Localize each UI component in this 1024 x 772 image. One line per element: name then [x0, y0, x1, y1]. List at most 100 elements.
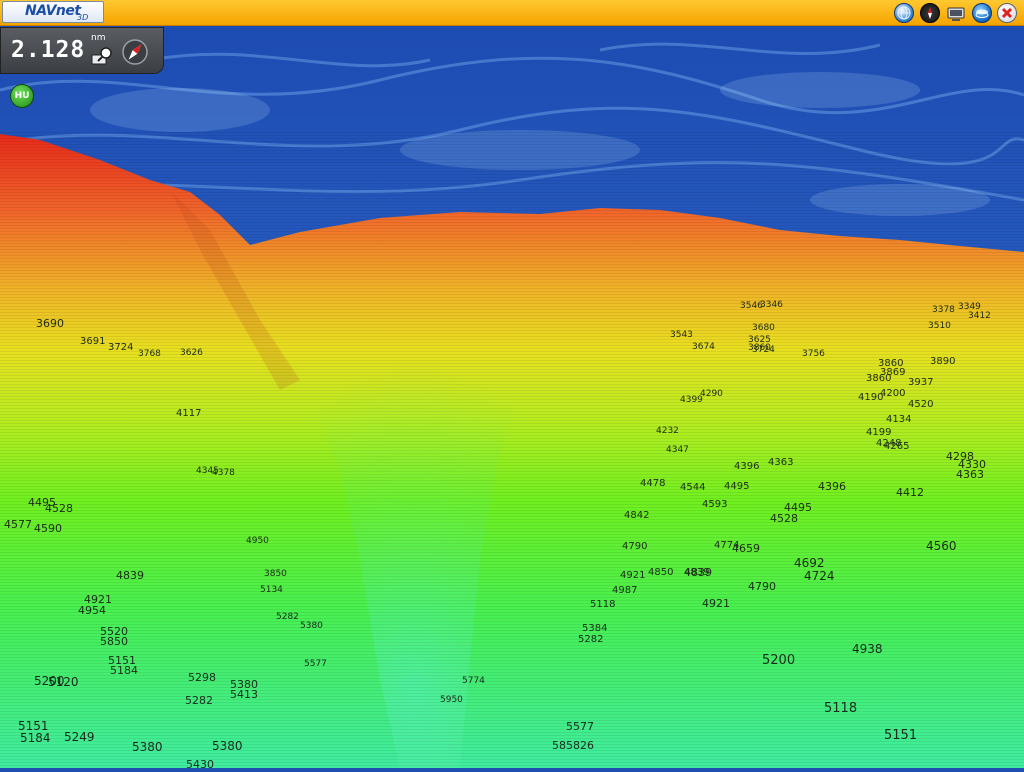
range-unit: nm [91, 33, 106, 43]
depth-sounding-label: 3756 [802, 349, 825, 359]
depth-sounding-label: 4265 [884, 441, 909, 452]
depth-sounding-label: 4347 [666, 445, 689, 455]
depth-sounding-label: 3768 [138, 349, 161, 359]
depth-sounding-label: 3937 [908, 377, 933, 388]
depth-sounding-label: 5430 [186, 758, 214, 768]
depth-sounding-label: 5282 [276, 612, 299, 622]
range-value: 2.128 [11, 37, 86, 63]
depth-sounding-label: 5380 [132, 740, 163, 754]
terrain-render: 3690369137243768 362641174345437844954528… [0, 0, 1024, 771]
depth-sounding-label: 3690 [36, 317, 64, 330]
depth-sounding-label: 5184 [110, 664, 138, 677]
depth-sounding-label: 5380 [212, 739, 243, 753]
depth-sounding-label: 3674 [692, 342, 715, 352]
top-toolbar: NAVnet 3D [0, 0, 1024, 26]
logo-text: NAVnet [25, 3, 81, 19]
monitor-icon[interactable] [946, 3, 966, 23]
depth-sounding-label: 4412 [896, 486, 924, 499]
depth-sounding-label: 3378 [932, 305, 955, 315]
depth-sounding-label: 4921 [620, 570, 645, 581]
depth-sounding-label: 5384 [582, 623, 607, 634]
range-scale-box[interactable]: 2.128 nm [0, 27, 164, 74]
depth-sounding-label: 5577 [304, 659, 327, 669]
heading-up-button[interactable]: HU [10, 84, 34, 108]
compass-icon[interactable] [920, 3, 940, 23]
depth-sounding-label: 5184 [20, 731, 51, 745]
depth-sounding-label: 585826 [552, 739, 594, 752]
depth-sounding-label: 5298 [188, 671, 216, 684]
depth-sounding-label: 4495 [784, 501, 812, 514]
depth-sounding-label: 3691 [80, 336, 105, 347]
depth-sounding-label: 4478 [640, 478, 665, 489]
depth-sounding-label: 4363 [768, 457, 793, 468]
depth-sounding-label: 4363 [956, 468, 984, 481]
depth-sounding-label: 4593 [702, 499, 727, 510]
depth-sounding-label: 5200 [762, 653, 795, 668]
depth-sounding-label: 5249 [64, 730, 95, 744]
depth-sounding-label: 4378 [212, 468, 235, 478]
close-icon[interactable] [997, 3, 1017, 23]
depth-sounding-label: 5118 [824, 701, 857, 716]
depth-sounding-label: 5282 [185, 694, 213, 707]
depth-sounding-label: 4842 [624, 510, 649, 521]
depth-sounding-label: 4590 [34, 522, 62, 535]
depth-sounding-label: 4921 [702, 597, 730, 610]
depth-sounding-label: 5380 [230, 678, 258, 691]
navnet-logo[interactable]: NAVnet 3D [2, 1, 104, 23]
depth-sounding-label: 4528 [45, 502, 73, 515]
depth-sounding-label: 4938 [852, 642, 883, 656]
depth-sounding-label: 4839 [684, 567, 709, 578]
depth-sounding-label: 4134 [886, 414, 911, 425]
depth-sounding-label: 3346 [760, 300, 783, 310]
depth-sounding-label: 4199 [866, 427, 891, 438]
depth-sounding-label: 4577 [4, 518, 32, 531]
depth-sounding-label: 3625 [748, 335, 771, 345]
globe-icon[interactable] [894, 3, 914, 23]
north-arrow-icon[interactable] [121, 38, 149, 66]
depth-sounding-label: 4839 [116, 569, 144, 582]
depth-sounding-label: 3724 [752, 345, 775, 355]
depth-sounding-label: 3412 [968, 311, 991, 321]
depth-sounding-label: 5850 [100, 635, 128, 648]
depth-sounding-label: 5282 [578, 634, 603, 645]
depth-sounding-label: 5774 [462, 676, 485, 686]
depth-sounding-label: 4790 [748, 580, 776, 593]
depth-sounding-label: 4290 [700, 389, 723, 399]
depth-sounding-label: 3860 [866, 373, 891, 384]
depth-sounding-label: 3890 [930, 356, 955, 367]
bathymetry-3d-view[interactable]: 3690 3691 3724 3768 3626 4117 4345 4378 4495 4528… [0, 0, 1024, 771]
depth-sounding-label: 4200 [880, 388, 905, 399]
depth-sounding-label: 5577 [566, 720, 594, 733]
logo-suffix: 3D [77, 13, 89, 22]
depth-sounding-label: 3724 [108, 342, 133, 353]
depth-sounding-label: 4396 [818, 480, 846, 493]
depth-sounding-label: 5134 [260, 585, 283, 595]
depth-sounding-label: 3626 [180, 348, 203, 358]
depth-sounding-label: 4520 [908, 399, 933, 410]
depth-sounding-label: 3680 [752, 323, 775, 333]
depth-sounding-label: 4724 [804, 569, 835, 583]
depth-sounding-label: 5120 [48, 675, 79, 689]
depth-sounding-label: 5151 [884, 728, 917, 743]
depth-sounding-label: 4495 [724, 481, 749, 492]
depth-sounding-label: 3543 [670, 330, 693, 340]
depth-sounding-label: 4117 [176, 408, 201, 419]
depth-sounding-label: 3510 [928, 321, 951, 331]
depth-sounding-label: 4396 [734, 461, 759, 472]
depth-sounding-label: 4232 [656, 426, 679, 436]
depth-sounding-label: 5950 [440, 695, 463, 705]
depth-sounding-label: 4560 [926, 539, 957, 553]
depth-sounding-label: 4544 [680, 482, 705, 493]
depth-sounding-label: 4950 [246, 536, 269, 546]
depth-sounding-label: 4790 [622, 541, 647, 552]
depth-sounding-label: 4954 [78, 604, 106, 617]
depth-sounding-label: 4987 [612, 585, 637, 596]
depth-sounding-label: 4692 [794, 556, 825, 570]
depth-sounding-label: 4774 [714, 540, 739, 551]
depth-sounding-label: 3850 [264, 569, 287, 579]
depth-sounding-label: 5118 [590, 599, 615, 610]
depth-sounding-label: 5380 [300, 621, 323, 631]
layers-icon[interactable] [972, 3, 992, 23]
depth-sounding-label: 4850 [648, 567, 673, 578]
zoom-icon[interactable] [91, 46, 115, 66]
